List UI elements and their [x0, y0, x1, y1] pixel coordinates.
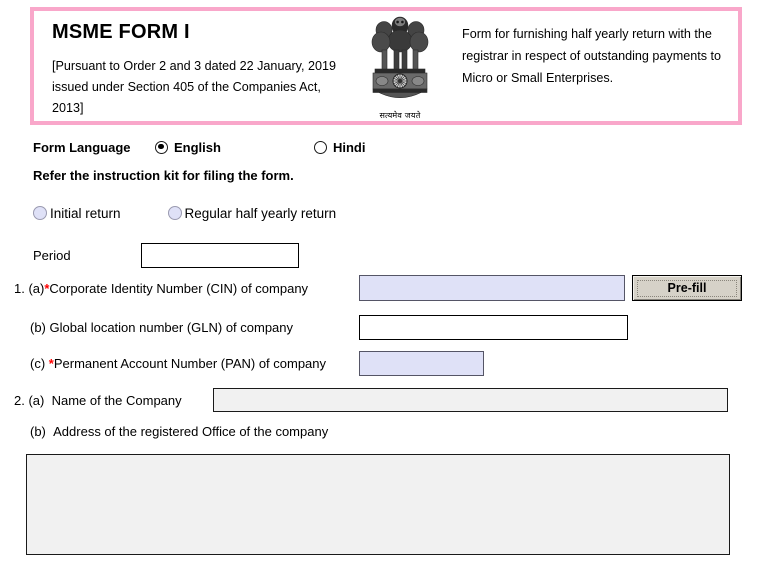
period-label: Period [33, 248, 71, 263]
page-title: MSME FORM I [52, 21, 190, 43]
pan-input[interactable] [359, 351, 484, 376]
radio-regular-half-yearly-return[interactable]: Regular half yearly return [167, 205, 337, 221]
radio-initial-return-label: Initial return [50, 205, 121, 221]
cin-number: 1. (a) [14, 280, 45, 296]
gln-input[interactable] [359, 315, 628, 340]
company-name-input[interactable] [213, 388, 728, 412]
registered-address-label-text: Address of the registered Office of the … [53, 424, 329, 439]
pre-fill-button-label: Pre-fill [637, 279, 737, 297]
radio-english-label: English [174, 139, 221, 155]
radio-regular-return-label: Regular half yearly return [184, 205, 337, 221]
pan-number: (c) [30, 356, 46, 371]
emblem-svg [371, 16, 429, 99]
pre-fill-button[interactable]: Pre-fill [632, 275, 742, 301]
gln-label: (b) Global location number (GLN) of comp… [30, 320, 359, 335]
form-header-banner: MSME FORM I [Pursuant to Order 2 and 3 d… [30, 7, 742, 125]
field-row-gln: (b) Global location number (GLN) of comp… [30, 315, 628, 340]
header-left-block: MSME FORM I [Pursuant to Order 2 and 3 d… [34, 11, 354, 119]
radio-hindi-indicator[interactable] [313, 140, 327, 154]
company-name-label-text: Name of the Company [51, 392, 182, 408]
cin-label-text: Corporate Identity Number (CIN) of compa… [49, 280, 309, 296]
radio-initial-return-indicator[interactable] [33, 206, 47, 220]
registered-address-textarea[interactable] [26, 454, 730, 555]
form-language-radio-group: English Hindi [155, 140, 365, 155]
radio-english-indicator[interactable] [155, 140, 168, 154]
emblem-motto-text: सत्यमेव जयते [379, 111, 421, 120]
radio-language-english[interactable]: English [155, 140, 221, 155]
period-row: Period [33, 243, 299, 268]
form-subtitle: [Pursuant to Order 2 and 3 dated 22 Janu… [52, 59, 337, 115]
cin-label: 1. (a)*Corporate Identity Number (CIN) o… [14, 281, 359, 296]
header-right-block: Form for furnishing half yearly return w… [446, 11, 738, 89]
period-input[interactable] [141, 243, 299, 268]
company-name-number: 2. (a) [14, 392, 45, 408]
india-national-emblem-icon: सत्यमेव जयते [354, 11, 446, 121]
cin-input[interactable] [359, 275, 625, 301]
pan-label: (c) *Permanent Account Number (PAN) of c… [30, 356, 359, 371]
pan-label-text: Permanent Account Number (PAN) of compan… [53, 356, 327, 371]
return-type-radio-group: Initial return Regular half yearly retur… [33, 204, 336, 222]
radio-initial-return[interactable]: Initial return [33, 206, 121, 221]
instruction-kit-text: Refer the instruction kit for filing the… [33, 168, 294, 183]
field-row-cin: 1. (a)*Corporate Identity Number (CIN) o… [14, 275, 625, 301]
radio-hindi-label: Hindi [332, 139, 366, 155]
company-name-label: 2. (a) Name of the Company [14, 393, 213, 408]
registered-address-number: (b) [30, 424, 46, 439]
radio-regular-return-indicator[interactable] [167, 206, 182, 220]
form-language-row: Form Language English Hindi [33, 138, 365, 156]
registered-address-label: (b) Address of the registered Office of … [30, 424, 328, 439]
field-row-pan: (c) *Permanent Account Number (PAN) of c… [30, 351, 484, 376]
form-language-label: Form Language [33, 139, 131, 155]
form-purpose-text: Form for furnishing half yearly return w… [462, 27, 722, 85]
field-row-company-name: 2. (a) Name of the Company [14, 388, 728, 412]
gln-label-text: Global location number (GLN) of company [49, 320, 294, 335]
radio-language-hindi[interactable]: Hindi [313, 139, 366, 155]
gln-number: (b) [30, 320, 46, 335]
